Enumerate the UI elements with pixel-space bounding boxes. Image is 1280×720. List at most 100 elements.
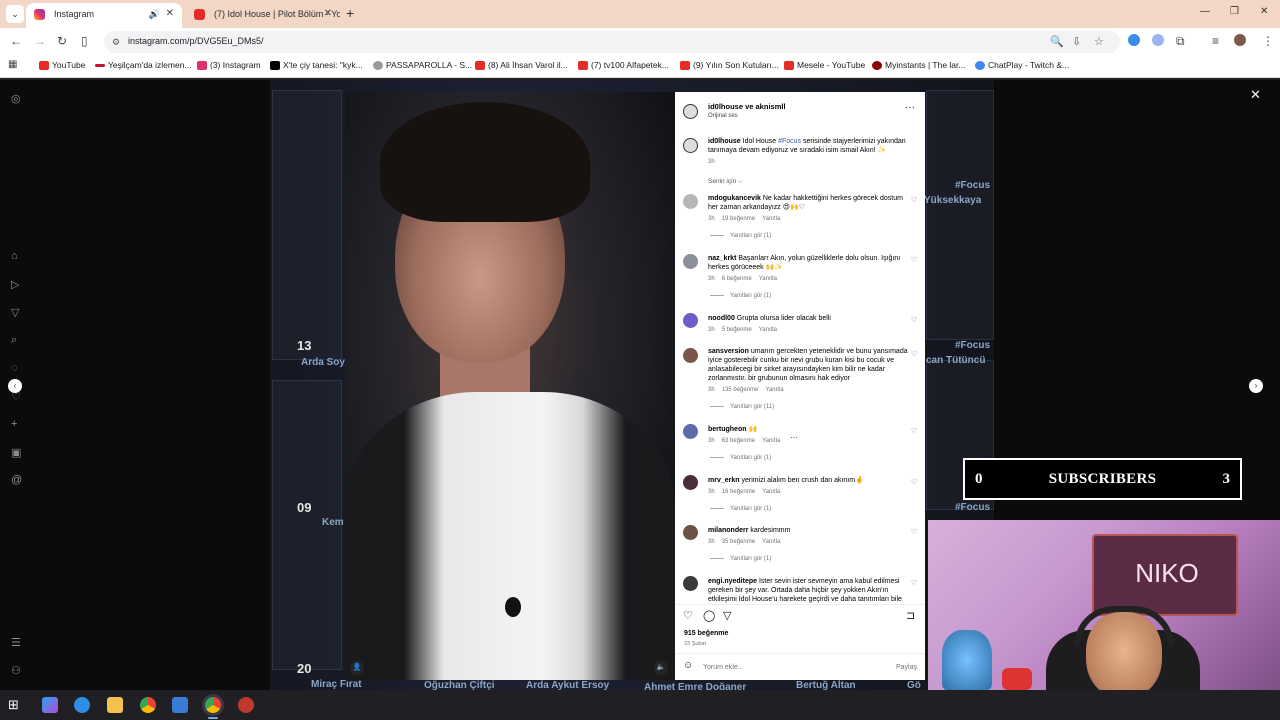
audio-playing-icon[interactable]: 🔊 [149,3,160,25]
like-icon[interactable]: ♡ [683,609,693,622]
commenter-avatar[interactable] [683,576,698,591]
close-tab-icon[interactable]: ✕ [166,3,174,25]
share-icon[interactable]: ▽ [723,609,731,622]
site-info-icon[interactable]: ⚙ [112,36,124,48]
bookmark-item[interactable]: PASSAPAROLLA - S... [373,60,472,70]
like-comment-icon[interactable]: ♡ [911,316,917,324]
search-icon[interactable]: ⌕ [11,334,17,347]
emoji-icon[interactable]: ☺ [683,660,693,671]
bookmark-item[interactable]: YouTube [39,60,85,70]
restore-icon[interactable]: ❐ [1230,6,1239,17]
comment-options-icon[interactable]: ··· [790,433,798,442]
commenter-avatar[interactable] [683,348,698,363]
bookmark-item[interactable]: Mesele - YouTube [784,60,865,70]
commenter-avatar[interactable] [683,525,698,540]
comment-icon[interactable]: ◯ [703,609,715,622]
view-replies[interactable]: Yanıtları gör (1) [710,455,771,461]
bookmark-item[interactable]: (9) Yılın Son Kutuları... [680,60,779,70]
minimize-icon[interactable]: — [1200,6,1210,17]
extensions-puzzle-icon[interactable]: ⧉ [1176,34,1185,49]
bookmark-item[interactable]: (8) Ali İhsan Varol il... [475,60,568,70]
like-comment-icon[interactable]: ♡ [911,478,917,486]
tab-instagram[interactable]: Instagram 🔊 ✕ [26,3,182,28]
copilot-icon[interactable] [42,697,58,713]
add-icon[interactable]: + [11,418,17,430]
view-replies[interactable]: Yanıtları gör (1) [710,506,771,512]
threads-icon[interactable]: @ [11,474,22,486]
mute-icon[interactable]: 🔈 [654,661,668,675]
edge-icon[interactable] [74,697,90,713]
view-replies[interactable]: Yanıtları gör (1) [710,233,771,239]
more-options-icon[interactable]: ··· [905,102,915,113]
bookmark-item[interactable]: Yeşilçam'da izlemen... [95,60,192,70]
comment-input[interactable]: Yorum ekle... [703,664,744,671]
commenter-avatar[interactable] [683,313,698,328]
bookmark-item[interactable]: (7) tv100 Alfapetek... [578,60,669,70]
sort-dropdown[interactable]: Senin için ⌵ [708,178,743,186]
forward-icon[interactable]: → [34,34,46,48]
obs-icon[interactable] [238,697,254,713]
header-username[interactable]: id0lhouse ve aknismll [708,102,786,111]
tab-youtube[interactable]: (7) Idol House | Pilot Bölüm - Yo ✕ [186,3,340,28]
file-explorer-icon[interactable] [107,697,123,713]
reload-icon[interactable]: ↻ [57,34,67,48]
tab-search-button[interactable]: ⌄ [6,5,24,23]
store-icon[interactable] [172,697,188,713]
commenter-avatar[interactable] [683,194,698,209]
install-app-icon[interactable]: ⇩ [1072,35,1081,48]
side-panel-icon[interactable]: ▯ [81,34,88,48]
new-tab-icon[interactable]: + [346,5,354,21]
like-comment-icon[interactable]: ♡ [911,579,917,587]
close-tab-icon[interactable]: ✕ [324,3,332,25]
like-comment-icon[interactable]: ♡ [911,196,917,204]
reel-video[interactable] [345,92,675,680]
view-replies[interactable]: Yanıtları gör (1) [710,556,771,562]
more-icon[interactable]: ⚇ [11,664,21,677]
apps-grid-icon[interactable]: ▦ [8,59,17,70]
previous-post-icon[interactable]: ‹ [8,379,22,393]
chrome-active-icon[interactable] [205,697,221,713]
back-icon[interactable]: ← [10,34,22,48]
bookmark-item[interactable]: X'te çiy tanesi: "kyk... [270,60,363,70]
send-icon[interactable]: ▽ [11,306,19,319]
like-comment-icon[interactable]: ♡ [911,427,917,435]
audio-label[interactable]: Orijinal ses [708,113,738,119]
commenter-avatar[interactable] [683,475,698,490]
like-comment-icon[interactable]: ♡ [911,528,917,536]
explore-icon[interactable]: ◌ [11,362,18,374]
extension-icon[interactable] [1128,34,1140,46]
account-avatar[interactable] [683,104,698,119]
home-icon[interactable]: ⌂ [11,250,18,262]
url-text[interactable]: instagram.com/p/DVG5Eu_DMs5/ [128,36,264,46]
chrome-icon[interactable] [140,697,156,713]
view-replies[interactable]: Yanıtları gör (11) [710,404,774,410]
profile-avatar-icon[interactable] [1234,34,1246,46]
bookmark-item[interactable]: (3) Instagram [197,60,261,70]
commenter-avatar[interactable] [683,254,698,269]
next-post-icon[interactable]: › [1249,379,1263,393]
windows-start-icon[interactable]: ⊞ [8,697,24,713]
post-comment-button[interactable]: Paylaş [896,664,917,671]
menu-kebab-icon[interactable]: ⋮ [1262,34,1274,48]
save-icon[interactable]: ⊐ [906,609,915,622]
media-control-icon[interactable]: ≡ [1212,34,1219,48]
account-avatar[interactable] [683,138,698,153]
zoom-icon[interactable]: 🔍 [1050,35,1064,48]
tagged-people-icon[interactable]: 👤 [350,661,364,675]
view-replies[interactable]: Yanıtları gör (1) [710,293,771,299]
close-modal-icon[interactable]: ✕ [1250,87,1261,103]
profile-icon[interactable]: ▣ [11,446,21,459]
address-bar[interactable]: ⚙ instagram.com/p/DVG5Eu_DMs5/ 🔍 ⇩ ☆ [104,31,1120,53]
bookmark-star-icon[interactable]: ☆ [1094,35,1104,48]
commenter-avatar[interactable] [683,424,698,439]
like-comment-icon[interactable]: ♡ [911,350,917,358]
likes-count[interactable]: 915 beğenme [684,630,728,637]
bookmark-item[interactable]: ChatPlay - Twitch &... [975,60,1069,70]
like-comment-icon[interactable]: ♡ [911,256,917,264]
bookmark-item[interactable]: Myinstants | The lar... [872,60,965,70]
extension-icon[interactable] [1152,34,1164,46]
menu-icon[interactable]: ☰ [11,636,21,649]
close-window-icon[interactable]: ✕ [1260,6,1268,17]
instagram-icon[interactable]: ◎ [11,92,21,105]
reels-icon[interactable]: ▷ [11,278,19,291]
